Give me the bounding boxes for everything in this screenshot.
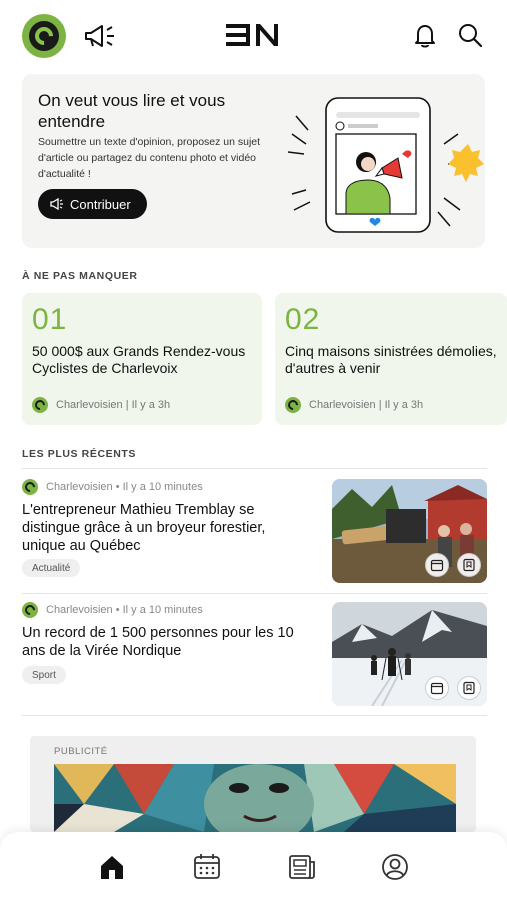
contribute-button[interactable]: Contribuer [38,189,147,219]
card-title: 50 000$ aux Grands Rendez-vous Cyclistes… [32,343,246,376]
must-see-section-title: À NE PAS MANQUER [22,270,138,282]
newspaper-icon [289,855,315,879]
bell-icon[interactable] [410,20,440,50]
charlevoisien-logo-icon[interactable] [22,14,66,58]
article-category-tag[interactable]: Sport [22,666,66,684]
bottom-navigation [0,832,507,900]
divider [22,593,487,594]
divider [22,468,487,469]
card-title: Cinq maisons sinistrées démolies, d'autr… [285,343,497,376]
article-title: L'entrepreneur Mathieu Tremblay se disti… [22,502,266,554]
megaphone-icon [50,198,63,210]
charlevoisien-logo-icon [285,397,301,413]
phone-megaphone-illustration [287,97,484,233]
bookmark-icon[interactable] [457,676,481,700]
charlevoisien-logo-icon [22,602,38,618]
nav-profile[interactable] [378,850,412,884]
promo-description: Soumettre un texte d'opinion, proposez u… [38,136,261,180]
calendar-icon [194,854,220,879]
article-thumbnail[interactable] [332,479,487,583]
promo-title: On veut vous lire et vous entendre [38,91,226,131]
card-number: 01 [32,303,68,336]
card-source-time: Charlevoisien | Il y a 3h [309,399,424,411]
advertisement[interactable]: PUBLICITÉ [30,736,476,832]
brand-logo[interactable] [224,20,284,50]
charlevoisien-logo-icon [22,479,38,495]
must-see-card[interactable]: 02 Cinq maisons sinistrées démolies, d'a… [275,293,507,425]
recent-section-title: LES PLUS RÉCENTS [22,448,137,460]
nav-home[interactable] [95,850,129,884]
card-number: 02 [285,303,321,336]
nav-news[interactable] [285,850,319,884]
divider [22,715,487,716]
calendar-icon[interactable] [425,553,449,577]
article-source-time: Charlevoisien • Il y a 10 minutes [46,604,203,616]
card-meta: Charlevoisien | Il y a 3h [32,397,170,413]
home-icon [101,856,123,879]
article-meta: Charlevoisien • Il y a 10 minutes [22,602,203,618]
top-bar [0,0,507,70]
megaphone-icon[interactable] [82,22,118,50]
article-source-time: Charlevoisien • Il y a 10 minutes [46,481,203,493]
profile-icon [382,854,408,880]
search-icon[interactable] [455,20,485,50]
article-meta: Charlevoisien • Il y a 10 minutes [22,479,203,495]
article-item[interactable]: Charlevoisien • Il y a 10 minutes L'entr… [22,479,487,583]
card-meta: Charlevoisien | Il y a 3h [285,397,423,413]
bookmark-icon[interactable] [457,553,481,577]
article-title: Un record de 1 500 personnes pour les 10… [22,625,294,659]
charlevoisien-logo-icon [32,397,48,413]
nav-calendar[interactable] [190,850,224,884]
ad-label: PUBLICITÉ [54,746,108,757]
article-thumbnail[interactable] [332,602,487,706]
article-category-tag[interactable]: Actualité [22,559,81,577]
article-item[interactable]: Charlevoisien • Il y a 10 minutes Un rec… [22,602,487,706]
calendar-icon[interactable] [425,676,449,700]
contribute-button-label: Contribuer [70,196,131,212]
card-source-time: Charlevoisien | Il y a 3h [56,399,171,411]
must-see-card[interactable]: 01 50 000$ aux Grands Rendez-vous Cyclis… [22,293,262,425]
contribute-banner: On veut vous lire et vous entendre Soume… [22,74,485,248]
ad-artwork-image [54,764,456,832]
